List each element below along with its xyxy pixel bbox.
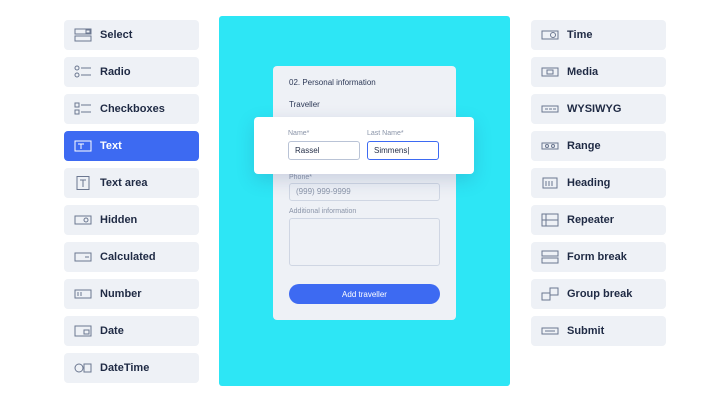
- field-label: Hidden: [100, 214, 138, 226]
- field-label: Radio: [100, 66, 131, 78]
- field-range[interactable]: Range: [531, 131, 666, 161]
- field-checkboxes[interactable]: Checkboxes: [64, 94, 199, 124]
- field-label: Range: [567, 140, 601, 152]
- field-label: Calculated: [100, 251, 156, 263]
- phone-input[interactable]: (999) 999-9999: [289, 183, 440, 201]
- submit-icon: [541, 324, 559, 338]
- field-label: Group break: [567, 288, 633, 300]
- media-icon: [541, 65, 559, 79]
- field-label: Submit: [567, 325, 605, 337]
- field-label: WYSIWYG: [567, 103, 622, 115]
- form-break-icon: [541, 250, 559, 264]
- field-number[interactable]: Number: [64, 279, 199, 309]
- field-hidden[interactable]: Hidden: [64, 205, 199, 235]
- field-label: Media: [567, 66, 599, 78]
- hidden-icon: [74, 213, 92, 227]
- field-wysiwyg[interactable]: WYSIWYG: [531, 94, 666, 124]
- name-input[interactable]: Rassel: [288, 141, 360, 160]
- name-label: Name*: [288, 130, 310, 137]
- time-icon: [541, 28, 559, 42]
- text-icon: [74, 139, 92, 153]
- field-label: Heading: [567, 177, 611, 189]
- field-time[interactable]: Time: [531, 20, 666, 50]
- additional-info-label: Additional information: [289, 208, 357, 215]
- radio-icon: [74, 65, 92, 79]
- field-label: Date: [100, 325, 124, 337]
- repeater-icon: [541, 213, 559, 227]
- field-text[interactable]: Text: [64, 131, 199, 161]
- group-break-icon: [541, 287, 559, 301]
- field-label: Number: [100, 288, 142, 300]
- number-icon: [74, 287, 92, 301]
- field-label: Text: [100, 140, 122, 152]
- field-date[interactable]: Date: [64, 316, 199, 346]
- right-field-list: Time Media WYSIWYG Range Heading Repeate…: [531, 20, 666, 346]
- field-heading[interactable]: Heading: [531, 168, 666, 198]
- calculated-icon: [74, 250, 92, 264]
- field-label: Select: [100, 29, 133, 41]
- field-label: Checkboxes: [100, 103, 165, 115]
- form-card: 02. Personal information Traveller Phone…: [273, 66, 456, 320]
- date-icon: [74, 324, 92, 338]
- field-label: Time: [567, 29, 593, 41]
- checkboxes-icon: [74, 102, 92, 116]
- field-label: Repeater: [567, 214, 615, 226]
- range-icon: [541, 139, 559, 153]
- last-name-label: Last Name*: [367, 130, 404, 137]
- field-label: DateTime: [100, 362, 150, 374]
- additional-info-textarea[interactable]: [289, 218, 440, 266]
- field-repeater[interactable]: Repeater: [531, 205, 666, 235]
- field-calculated[interactable]: Calculated: [64, 242, 199, 272]
- field-media[interactable]: Media: [531, 57, 666, 87]
- select-icon: [74, 28, 92, 42]
- field-text-area[interactable]: Text area: [64, 168, 199, 198]
- name-fields-popup: Name* Rassel Last Name* Simmens|: [254, 117, 474, 174]
- field-group-break[interactable]: Group break: [531, 279, 666, 309]
- add-traveller-button[interactable]: Add traveller: [289, 284, 440, 304]
- field-select[interactable]: Select: [64, 20, 199, 50]
- datetime-icon: [74, 361, 92, 375]
- text-area-icon: [74, 176, 92, 190]
- form-title: 02. Personal information: [289, 78, 376, 87]
- field-radio[interactable]: Radio: [64, 57, 199, 87]
- wysiwyg-icon: [541, 102, 559, 116]
- phone-label: Phone*: [289, 174, 312, 181]
- field-datetime[interactable]: DateTime: [64, 353, 199, 383]
- field-submit[interactable]: Submit: [531, 316, 666, 346]
- field-label: Form break: [567, 251, 627, 263]
- section-label: Traveller: [289, 100, 320, 109]
- last-name-input[interactable]: Simmens|: [367, 141, 439, 160]
- field-label: Text area: [100, 177, 148, 189]
- heading-icon: [541, 176, 559, 190]
- field-form-break[interactable]: Form break: [531, 242, 666, 272]
- left-field-list: Select Radio Checkboxes Text Text area H…: [64, 20, 199, 383]
